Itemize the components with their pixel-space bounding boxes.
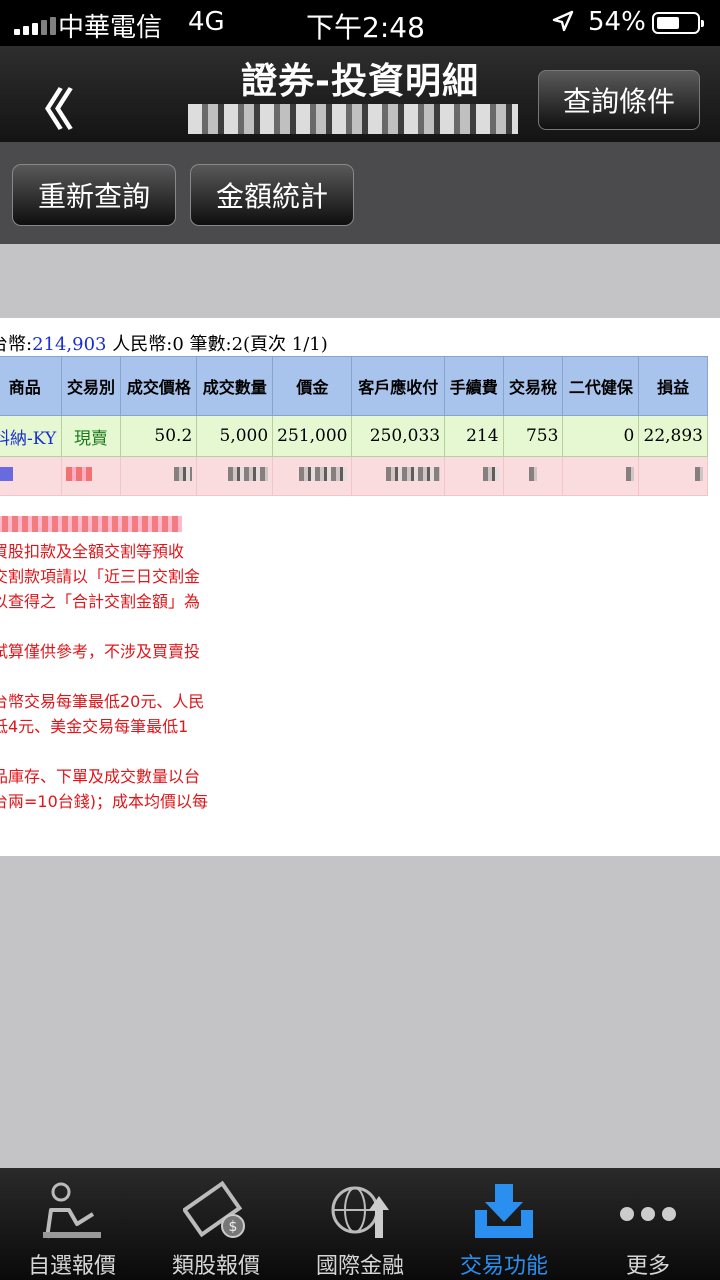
cell-tax: 753 [502,415,564,457]
more-dots-icon [612,1178,684,1244]
status-bar: 中華電信 4G 下午2:48 54% [0,0,720,46]
tab-label: 自選報價 [27,1254,116,1279]
download-tray-icon [468,1178,540,1244]
col-price[interactable]: 成交價格 [120,356,198,416]
cell-redacted [638,456,708,496]
tab-trading-functions[interactable]: 交易功能 [432,1168,576,1280]
cell-redacted [272,456,353,496]
tab-more[interactable]: 更多 [576,1168,720,1280]
notes-section: 買股扣款及全額交割等預收 交割款項請以「近三日交割金 以查得之「合計交割金額」為… [0,514,208,814]
note-line: 交割款項請以「近三日交割金 [0,567,201,586]
account-number-redacted [188,104,518,134]
signal-icon [14,17,56,35]
cell-redacted [502,456,564,496]
cell-redacted [0,456,62,496]
summary-line: 台幣:214,903 人民幣:0 筆數:2(頁次 1/1) [0,330,328,356]
note-line: 試算僅供參考，不涉及買賣投 [0,642,201,661]
tab-label: 國際金融 [315,1254,404,1279]
tab-bar: 自選報價 $ 類股報價 國際金融 交易功能 更多 [0,1168,720,1280]
tab-sector-quotes[interactable]: $ 類股報價 [144,1168,288,1280]
cell-receivable: 250,033 [351,415,446,457]
cell-price: 50.2 [120,415,198,457]
note-line: 品庫存、下單及成交數量以台 [0,767,201,786]
rmb-total: 人民幣:0 [112,334,184,355]
col-tax[interactable]: 交易稅 [502,356,564,416]
cell-redacted [562,456,640,496]
note-line: 台幣交易每筆最低20元、人民 [0,692,205,711]
table-row[interactable]: 科納-KY 現賣 50.2 5,000 251,000 250,033 214 … [0,415,708,457]
col-fee[interactable]: 手續費 [444,356,504,416]
col-quantity[interactable]: 成交數量 [196,356,274,416]
battery-percent: 54% [588,7,646,37]
note-line [0,739,208,764]
record-count: 筆數:2(頁次 1/1) [189,334,328,355]
cell-fee: 214 [444,415,504,457]
col-pnl[interactable]: 損益 [638,356,708,416]
col-product[interactable]: 商品 [0,356,62,416]
cell-product: 科納-KY [0,415,62,457]
col-type[interactable]: 交易別 [60,356,122,416]
table-row-redacted[interactable] [0,456,708,496]
cell-type: 現賣 [60,415,122,457]
battery-icon [652,12,704,34]
cell-pnl: 22,893 [638,415,708,457]
tab-label: 交易功能 [459,1254,548,1279]
notes-heading-redacted [0,514,208,539]
globe-arrow-icon [324,1178,396,1244]
twd-label: 台幣: [0,334,33,355]
nav-bar: 〈〈 證券-投資明細 查詢條件 [0,46,720,142]
trade-table: 商品 交易別 成交價格 成交數量 價金 客戶應收付 手續費 交易稅 二代健保 損… [0,356,708,496]
tab-label: 更多 [625,1254,670,1279]
cell-amount: 251,000 [272,415,353,457]
carrier-label: 中華電信 [58,13,163,43]
tab-international-finance[interactable]: 國際金融 [288,1168,432,1280]
location-arrow-icon [552,9,574,39]
cell-redacted [196,456,274,496]
col-nhi[interactable]: 二代健保 [562,356,640,416]
requery-button[interactable]: 重新查詢 [12,164,176,226]
detail-panel: 台幣:214,903 人民幣:0 筆數:2(頁次 1/1) 商品 交易別 成交價… [0,318,720,856]
note-line: 以查得之「合計交割金額」為 [0,592,201,611]
table-header-row: 商品 交易別 成交價格 成交數量 價金 客戶應收付 手續費 交易稅 二代健保 損… [0,356,708,416]
cell-redacted [60,456,122,496]
query-conditions-button[interactable]: 查詢條件 [538,70,700,130]
col-receivable[interactable]: 客戶應收付 [351,356,446,416]
note-line [0,664,208,689]
cell-redacted [120,456,198,496]
svg-text:$: $ [229,1219,238,1235]
note-line: 買股扣款及全額交割等預收 [0,542,185,561]
twd-value: 214,903 [32,334,107,355]
tab-watchlist-quotes[interactable]: 自選報價 [0,1168,144,1280]
note-line: 低4元、美金交易每筆最低1 [0,717,189,736]
note-line: 台兩=10台錢)；成本均價以每 [0,792,209,811]
action-toolbar: 重新查詢 金額統計 [0,142,720,244]
cell-redacted [444,456,504,496]
network-label: 4G [188,7,225,37]
col-amount[interactable]: 價金 [272,356,353,416]
cell-redacted [351,456,446,496]
cell-quantity: 5,000 [196,415,274,457]
film-coin-icon: $ [180,1178,252,1244]
tab-label: 類股報價 [171,1254,260,1279]
note-line [0,614,208,639]
cell-nhi: 0 [562,415,640,457]
clock: 下午2:48 [306,11,425,44]
person-chart-icon [36,1178,108,1244]
amount-stats-button[interactable]: 金額統計 [190,164,354,226]
